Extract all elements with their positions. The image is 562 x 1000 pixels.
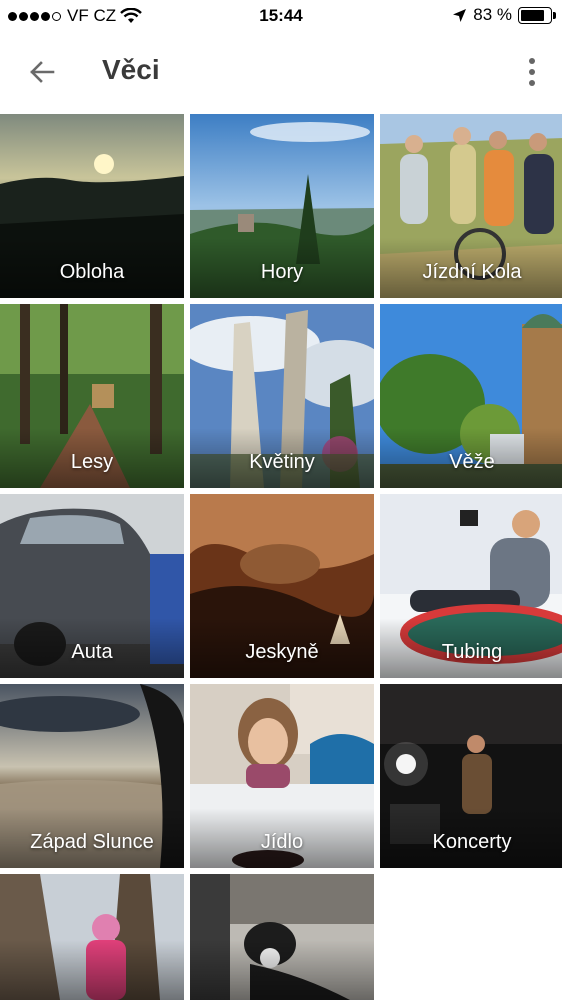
category-tile-lesy[interactable]: Lesy — [0, 304, 184, 488]
category-label: Hory — [260, 261, 304, 283]
battery-fill — [521, 9, 545, 21]
category-label: Lesy — [70, 451, 114, 473]
battery-percent: 83 % — [473, 5, 512, 24]
category-tile-auta[interactable]: Auta — [0, 494, 184, 678]
category-tile-kvetiny[interactable]: Květiny — [190, 304, 374, 488]
category-tile-jizdni-kola[interactable]: Jízdní Kola — [380, 114, 562, 298]
page-title: Věci — [102, 54, 160, 85]
dog-photo — [190, 874, 374, 1000]
category-label: Tubing — [441, 641, 503, 663]
category-label: Auta — [71, 641, 113, 663]
category-tile-jeskyne[interactable]: Jeskyně — [190, 494, 374, 678]
category-label: Květiny — [249, 451, 315, 473]
status-bar: VF CZ 15:44 83 % — [0, 0, 562, 32]
tree-child-photo — [0, 874, 184, 1000]
category-label: Jeskyně — [245, 641, 319, 663]
category-tile-zapad-slunce[interactable]: Západ Slunce — [0, 684, 184, 868]
back-button[interactable] — [16, 50, 68, 94]
more-vert-icon — [529, 58, 535, 64]
category-tile-jidlo[interactable]: Jídlo — [190, 684, 374, 868]
location-arrow-icon — [453, 8, 467, 22]
category-label: Koncerty — [432, 831, 512, 853]
category-tile-veze[interactable]: Věže — [380, 304, 562, 488]
more-options-button[interactable] — [514, 50, 550, 94]
battery-icon — [518, 6, 556, 24]
category-label: Obloha — [59, 261, 125, 283]
category-tile-obloha[interactable]: Obloha — [0, 114, 184, 298]
category-label: Jízdní Kola — [422, 261, 522, 283]
arrow-back-icon — [30, 61, 55, 83]
category-tile-koncerty[interactable]: Koncerty — [380, 684, 562, 868]
category-tile-row5-1[interactable] — [0, 874, 184, 1000]
category-label: Věže — [449, 451, 495, 473]
app-bar: Věci — [0, 32, 562, 112]
category-tile-row5-2[interactable] — [190, 874, 374, 1000]
category-label: Jídlo — [260, 831, 304, 853]
category-label: Západ Slunce — [30, 831, 154, 853]
category-tile-hory[interactable]: Hory — [190, 114, 374, 298]
status-right: 83 % — [452, 5, 556, 25]
category-tile-tubing[interactable]: Tubing — [380, 494, 562, 678]
